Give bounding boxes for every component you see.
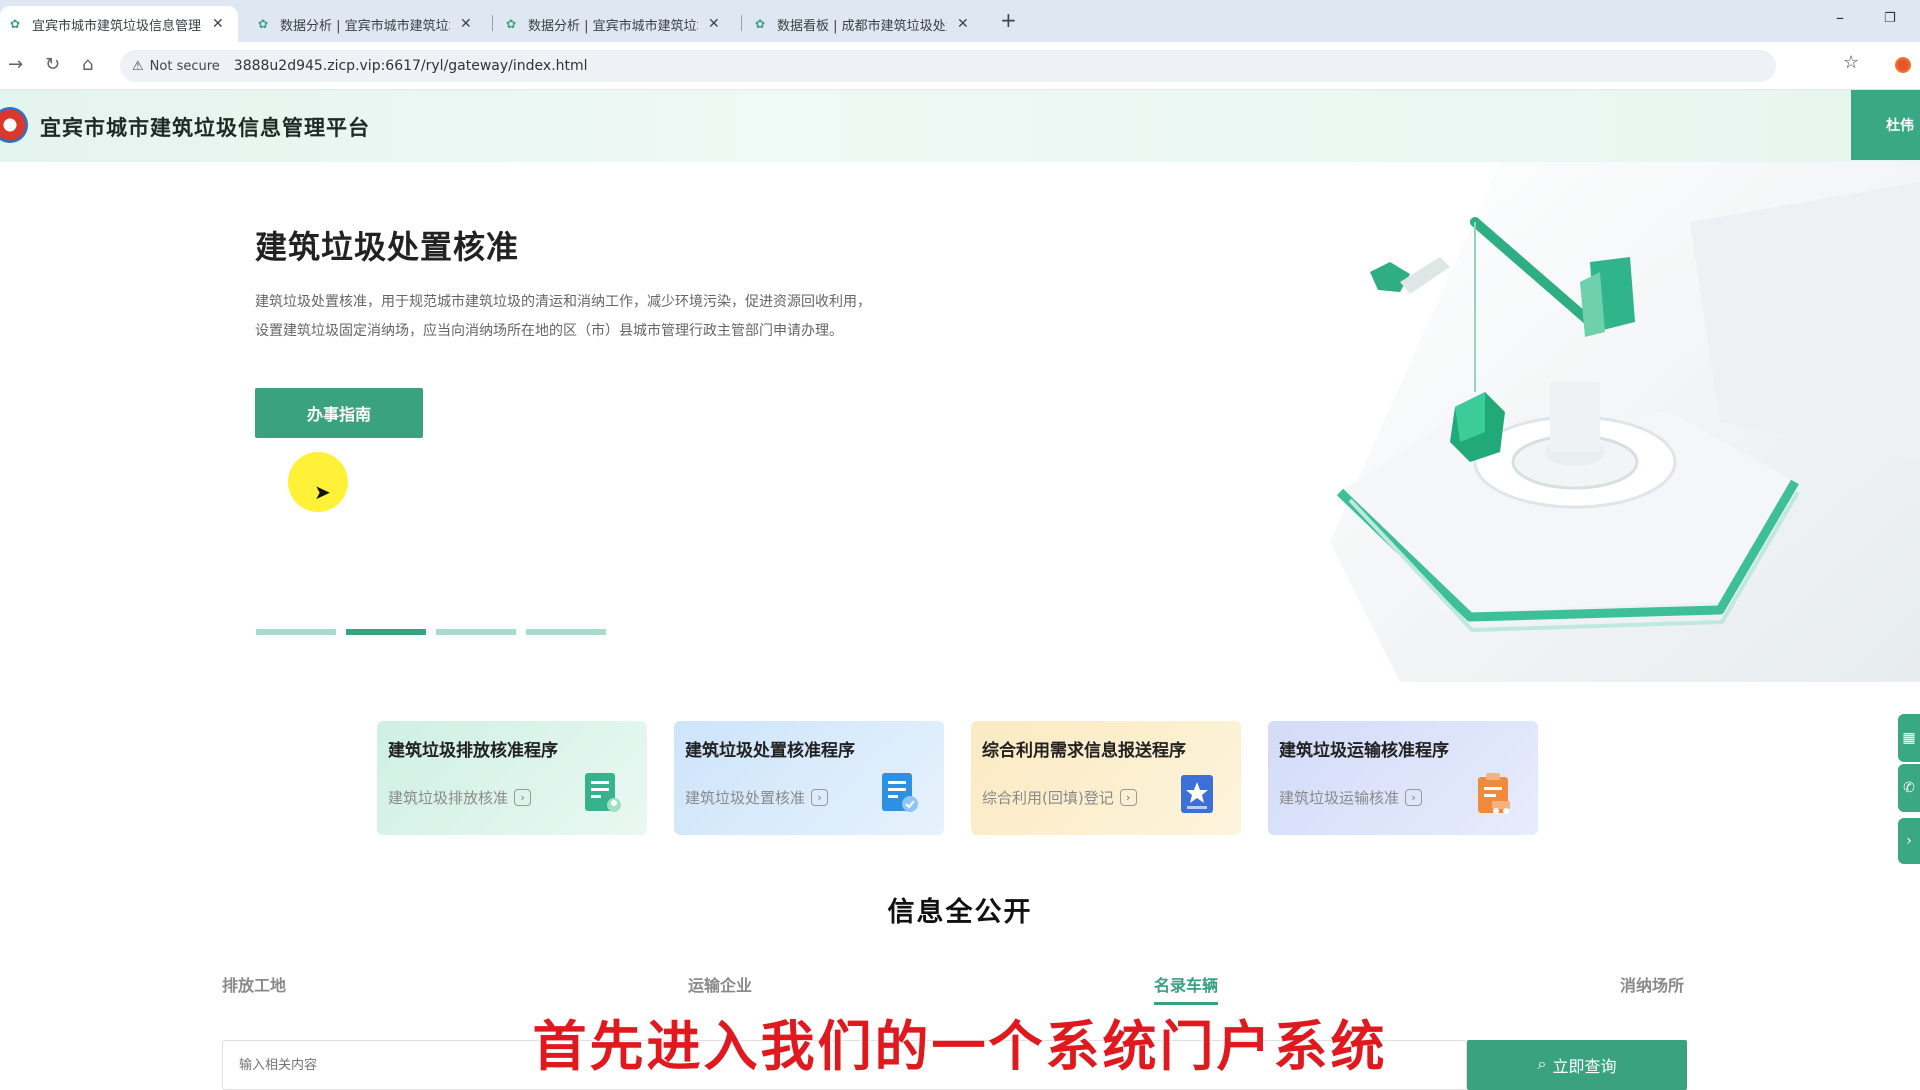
forward-icon[interactable]: → bbox=[8, 54, 23, 75]
card-link-label: 建筑垃圾运输核准 bbox=[1279, 789, 1400, 807]
arrow-right-icon: › bbox=[1119, 789, 1137, 806]
info-section-title: 信息全公开 bbox=[887, 897, 1033, 928]
arrow-right-icon: › bbox=[811, 789, 829, 806]
card-link[interactable]: 建筑垃圾排放核准 › bbox=[388, 787, 532, 808]
url-field[interactable]: ⚠ Not secure 3888u2d945.zicp.vip:6617/ry… bbox=[120, 50, 1776, 82]
tab-registered-vehicles[interactable]: 名录车辆 bbox=[1154, 972, 1219, 1005]
qr-code-icon[interactable]: ▦ bbox=[1898, 714, 1920, 762]
arrow-right-icon: › bbox=[1405, 789, 1423, 806]
card-transport-approval[interactable]: 建筑垃圾运输核准程序 建筑垃圾运输核准 › bbox=[1268, 721, 1538, 835]
carousel-dot[interactable] bbox=[256, 629, 336, 635]
close-tab-icon[interactable]: ✕ bbox=[957, 16, 969, 32]
tab-disposal-sites[interactable]: 消纳场所 bbox=[1620, 972, 1684, 996]
carousel-indicators bbox=[256, 629, 606, 635]
tab-divider bbox=[492, 15, 493, 31]
hero-title: 建筑垃圾处置核准 bbox=[255, 228, 520, 266]
card-link-label: 建筑垃圾排放核准 bbox=[388, 789, 509, 807]
card-disposal-approval[interactable]: 建筑垃圾处置核准程序 建筑垃圾处置核准 › bbox=[674, 721, 944, 835]
card-discharge-approval[interactable]: 建筑垃圾排放核准程序 建筑垃圾排放核准 › bbox=[377, 721, 647, 835]
site-header: 宜宾市城市建筑垃圾信息管理平台 杜伟 bbox=[0, 90, 1920, 162]
reload-icon[interactable]: ↻ bbox=[45, 54, 60, 75]
collapse-arrow-icon[interactable]: › bbox=[1898, 818, 1920, 864]
url-text[interactable]: 3888u2d945.zicp.vip:6617/ryl/gateway/ind… bbox=[234, 58, 588, 74]
document-check-icon bbox=[882, 773, 918, 812]
tab-transport-companies[interactable]: 运输企业 bbox=[688, 972, 752, 996]
card-link[interactable]: 建筑垃圾处置核准 › bbox=[685, 787, 829, 808]
document-person-icon bbox=[585, 773, 621, 812]
carousel-dot[interactable] bbox=[526, 629, 606, 635]
security-label[interactable]: Not secure bbox=[150, 59, 220, 74]
tab-discharge-sites[interactable]: 排放工地 bbox=[222, 972, 286, 996]
close-tab-icon[interactable]: ✕ bbox=[460, 16, 472, 32]
arrow-right-icon: › bbox=[514, 789, 532, 806]
phone-icon[interactable]: ✆ bbox=[1898, 764, 1920, 812]
hero-description: 建筑垃圾处置核准，用于规范城市建筑垃圾的清运和消纳工作，减少环境污染，促进资源回… bbox=[255, 294, 871, 339]
carousel-dot[interactable] bbox=[346, 629, 426, 635]
tab-title: 数据分析 | 宜宾市城市建筑垃圾 bbox=[528, 18, 698, 34]
browser-tab-4[interactable]: ✿ 数据看板 | 成都市建筑垃圾处置 ✕ bbox=[745, 6, 985, 42]
site-favicon-icon: ✿ bbox=[506, 17, 517, 31]
card-title: 建筑垃圾处置核准程序 bbox=[685, 741, 855, 761]
user-menu-button[interactable]: 杜伟 bbox=[1851, 90, 1920, 160]
warning-icon: ⚠ bbox=[132, 58, 144, 74]
star-badge-icon bbox=[1181, 775, 1213, 813]
card-link-label: 建筑垃圾处置核准 bbox=[685, 789, 806, 807]
tab-title: 数据分析 | 宜宾市城市建筑垃圾 bbox=[280, 18, 450, 34]
home-icon[interactable]: ⌂ bbox=[82, 54, 93, 75]
minimize-icon[interactable]: – bbox=[1836, 8, 1844, 27]
video-subtitle: 首先进入我们的一个系统门户系统 bbox=[532, 1015, 1388, 1078]
card-utilization-report[interactable]: 综合利用需求信息报送程序 综合利用(回填)登记 › bbox=[971, 721, 1241, 835]
carousel-dot[interactable] bbox=[436, 629, 516, 635]
restore-icon[interactable]: ❐ bbox=[1884, 11, 1896, 26]
service-guide-button[interactable]: 办事指南 bbox=[255, 388, 423, 438]
browser-tab-strip: ✿ 宜宾市城市建筑垃圾信息管理平 ✕ ✿ 数据分析 | 宜宾市城市建筑垃圾 ✕ … bbox=[0, 0, 1920, 42]
bookmark-star-icon[interactable]: ☆ bbox=[1843, 52, 1859, 73]
hero-banner: 建筑垃圾处置核准 建筑垃圾处置核准，用于规范城市建筑垃圾的清运和消纳工作，减少环… bbox=[0, 162, 1920, 682]
card-title: 建筑垃圾运输核准程序 bbox=[1279, 741, 1449, 761]
card-title: 综合利用需求信息报送程序 bbox=[982, 741, 1186, 761]
card-title: 建筑垃圾排放核准程序 bbox=[388, 741, 558, 761]
tab-title: 数据看板 | 成都市建筑垃圾处置 bbox=[777, 18, 947, 34]
browser-tab-2[interactable]: ✿ 数据分析 | 宜宾市城市建筑垃圾 ✕ bbox=[248, 6, 488, 42]
new-tab-icon[interactable]: + bbox=[1000, 8, 1017, 32]
site-favicon-icon: ✿ bbox=[258, 17, 269, 31]
site-title: 宜宾市城市建筑垃圾信息管理平台 bbox=[40, 116, 370, 140]
site-favicon-icon: ✿ bbox=[10, 17, 21, 31]
city-emblem-logo bbox=[0, 107, 28, 143]
site-favicon-icon: ✿ bbox=[755, 17, 766, 31]
info-tabs: 排放工地 运输企业 名录车辆 消纳场所 bbox=[222, 972, 1688, 1006]
profile-avatar[interactable] bbox=[1895, 57, 1911, 73]
tab-title: 宜宾市城市建筑垃圾信息管理平 bbox=[32, 18, 202, 34]
mouse-pointer-icon: ➤ bbox=[314, 480, 331, 504]
address-bar: → ↻ ⌂ ⚠ Not secure 3888u2d945.zicp.vip:6… bbox=[0, 42, 1920, 90]
close-tab-icon[interactable]: ✕ bbox=[212, 16, 224, 32]
card-link[interactable]: 建筑垃圾运输核准 › bbox=[1279, 787, 1423, 808]
truck-document-icon bbox=[1478, 773, 1510, 814]
card-link[interactable]: 综合利用(回填)登记 › bbox=[982, 787, 1137, 808]
construction-site-illustration bbox=[1250, 162, 1920, 682]
close-tab-icon[interactable]: ✕ bbox=[708, 16, 720, 32]
browser-tab-3[interactable]: ✿ 数据分析 | 宜宾市城市建筑垃圾 ✕ bbox=[496, 6, 736, 42]
service-cards: 建筑垃圾排放核准程序 建筑垃圾排放核准 › 建筑垃圾处置核准程序 建筑垃圾处置核… bbox=[377, 721, 1538, 835]
browser-tab-1[interactable]: ✿ 宜宾市城市建筑垃圾信息管理平 ✕ bbox=[0, 6, 238, 42]
tab-divider bbox=[741, 15, 742, 31]
card-link-label: 综合利用(回填)登记 bbox=[982, 789, 1114, 807]
